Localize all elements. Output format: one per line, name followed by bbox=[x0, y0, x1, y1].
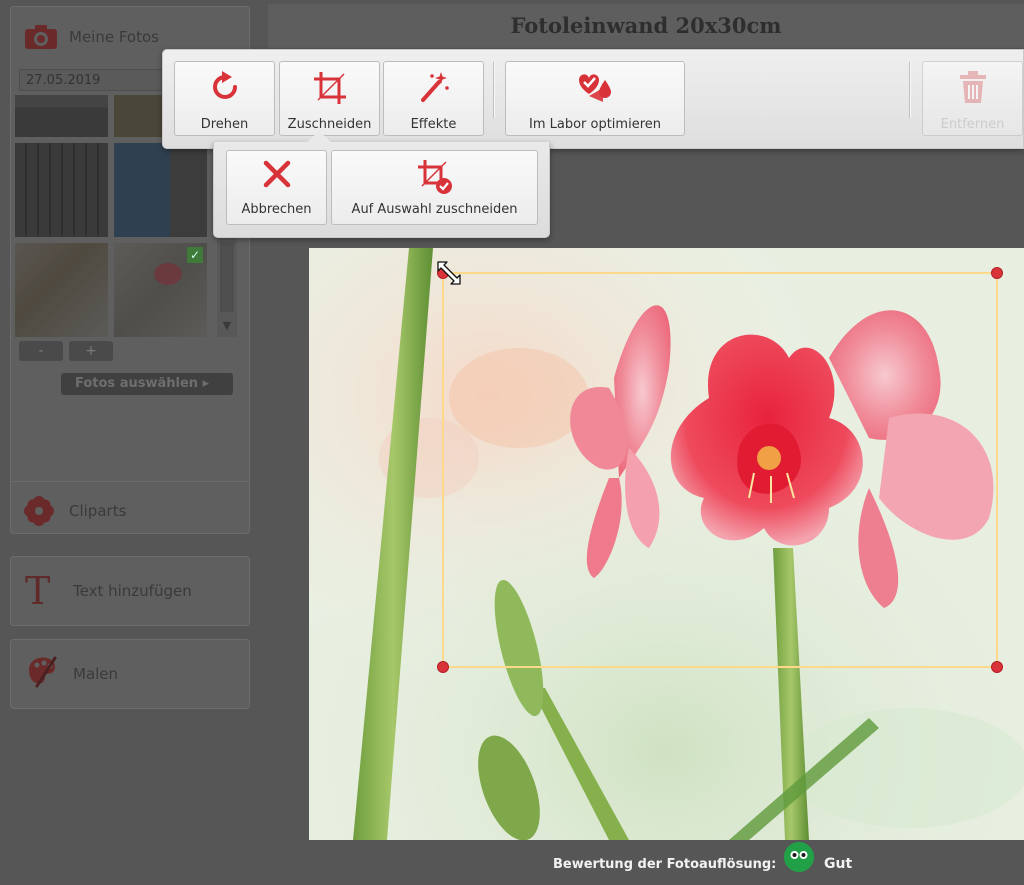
crop-confirm-icon bbox=[417, 160, 452, 194]
divider bbox=[11, 481, 249, 482]
thumbnail-zoom-out-button[interactable]: - bbox=[19, 341, 63, 361]
resize-cursor-icon bbox=[437, 261, 461, 285]
flower-icon bbox=[24, 496, 54, 526]
page-title: Fotoleinwand 20x30cm bbox=[510, 13, 782, 38]
photo-thumbnail[interactable] bbox=[15, 143, 108, 237]
resolution-good-icon bbox=[784, 842, 814, 872]
crop-label: Zuschneiden bbox=[287, 117, 372, 132]
rotate-icon bbox=[212, 71, 237, 99]
cliparts-label: Cliparts bbox=[69, 502, 127, 520]
lab-optimize-button[interactable]: Im Labor optimieren bbox=[505, 61, 685, 136]
toolbar-separator bbox=[493, 62, 495, 118]
effects-button[interactable]: Effekte bbox=[383, 61, 484, 136]
rotate-label: Drehen bbox=[200, 117, 249, 132]
add-text-label: Text hinzufügen bbox=[73, 582, 192, 600]
photo-toolbar: Drehen Zuschneiden Effekte Im Labor opti… bbox=[162, 49, 1024, 149]
crop-submenu: Abbrechen Auf Auswahl zuschneiden bbox=[213, 142, 550, 238]
scrollbar-thumb[interactable] bbox=[220, 242, 234, 312]
photo-thumbnail[interactable] bbox=[15, 243, 108, 337]
add-text-button[interactable]: T Text hinzufügen bbox=[10, 556, 250, 626]
apply-crop-label: Auf Auswahl zuschneiden bbox=[351, 202, 518, 217]
lab-optimize-label: Im Labor optimieren bbox=[528, 117, 661, 132]
chevron-down-icon[interactable]: ▼ bbox=[218, 317, 236, 335]
submenu-pointer bbox=[306, 131, 332, 143]
text-T-icon: T bbox=[25, 569, 51, 613]
paint-label: Malen bbox=[73, 665, 119, 683]
crop-button[interactable]: Zuschneiden bbox=[279, 61, 380, 136]
close-icon bbox=[263, 160, 290, 188]
product-header: Fotoleinwand 20x30cm bbox=[268, 4, 1024, 48]
lab-optimize-icon bbox=[579, 74, 611, 102]
crop-icon bbox=[313, 72, 346, 104]
cliparts-section[interactable]: Cliparts bbox=[11, 483, 249, 533]
crop-selection-frame[interactable] bbox=[442, 272, 998, 668]
resolution-rating-label: Bewertung der Fotoauflösung: bbox=[553, 857, 777, 872]
thumbnail-flower bbox=[154, 263, 182, 285]
photo-thumbnail-selected[interactable]: ✓ bbox=[114, 243, 207, 337]
toolbar-separator bbox=[909, 62, 911, 118]
cancel-crop-button[interactable]: Abbrechen bbox=[226, 150, 327, 225]
effects-label: Effekte bbox=[410, 117, 457, 132]
select-photos-button[interactable]: Fotos auswählen ▸ bbox=[61, 373, 233, 395]
date-filter[interactable]: 27.05.2019 bbox=[19, 69, 169, 91]
crop-handle-bottom-left[interactable] bbox=[437, 661, 449, 673]
my-photos-label: Meine Fotos bbox=[69, 28, 159, 46]
apply-crop-button[interactable]: Auf Auswahl zuschneiden bbox=[331, 150, 538, 225]
photo-thumbnail[interactable] bbox=[15, 95, 108, 137]
checkmark-icon: ✓ bbox=[187, 247, 203, 263]
palette-icon bbox=[29, 656, 57, 688]
cancel-label: Abbrechen bbox=[241, 202, 312, 217]
magic-wand-icon bbox=[420, 72, 449, 102]
resolution-rating-value: Gut bbox=[824, 856, 853, 872]
trash-icon bbox=[959, 71, 986, 103]
paint-button[interactable]: Malen bbox=[10, 639, 250, 709]
camera-icon bbox=[25, 25, 57, 49]
crop-handle-bottom-right[interactable] bbox=[991, 661, 1003, 673]
rotate-button[interactable]: Drehen bbox=[174, 61, 275, 136]
crop-handle-top-right[interactable] bbox=[991, 267, 1003, 279]
remove-label: Entfernen bbox=[940, 117, 1005, 132]
remove-button[interactable]: Entfernen bbox=[922, 61, 1023, 136]
photo-thumbnail[interactable] bbox=[114, 143, 207, 237]
thumbnail-zoom-in-button[interactable]: + bbox=[69, 341, 113, 361]
